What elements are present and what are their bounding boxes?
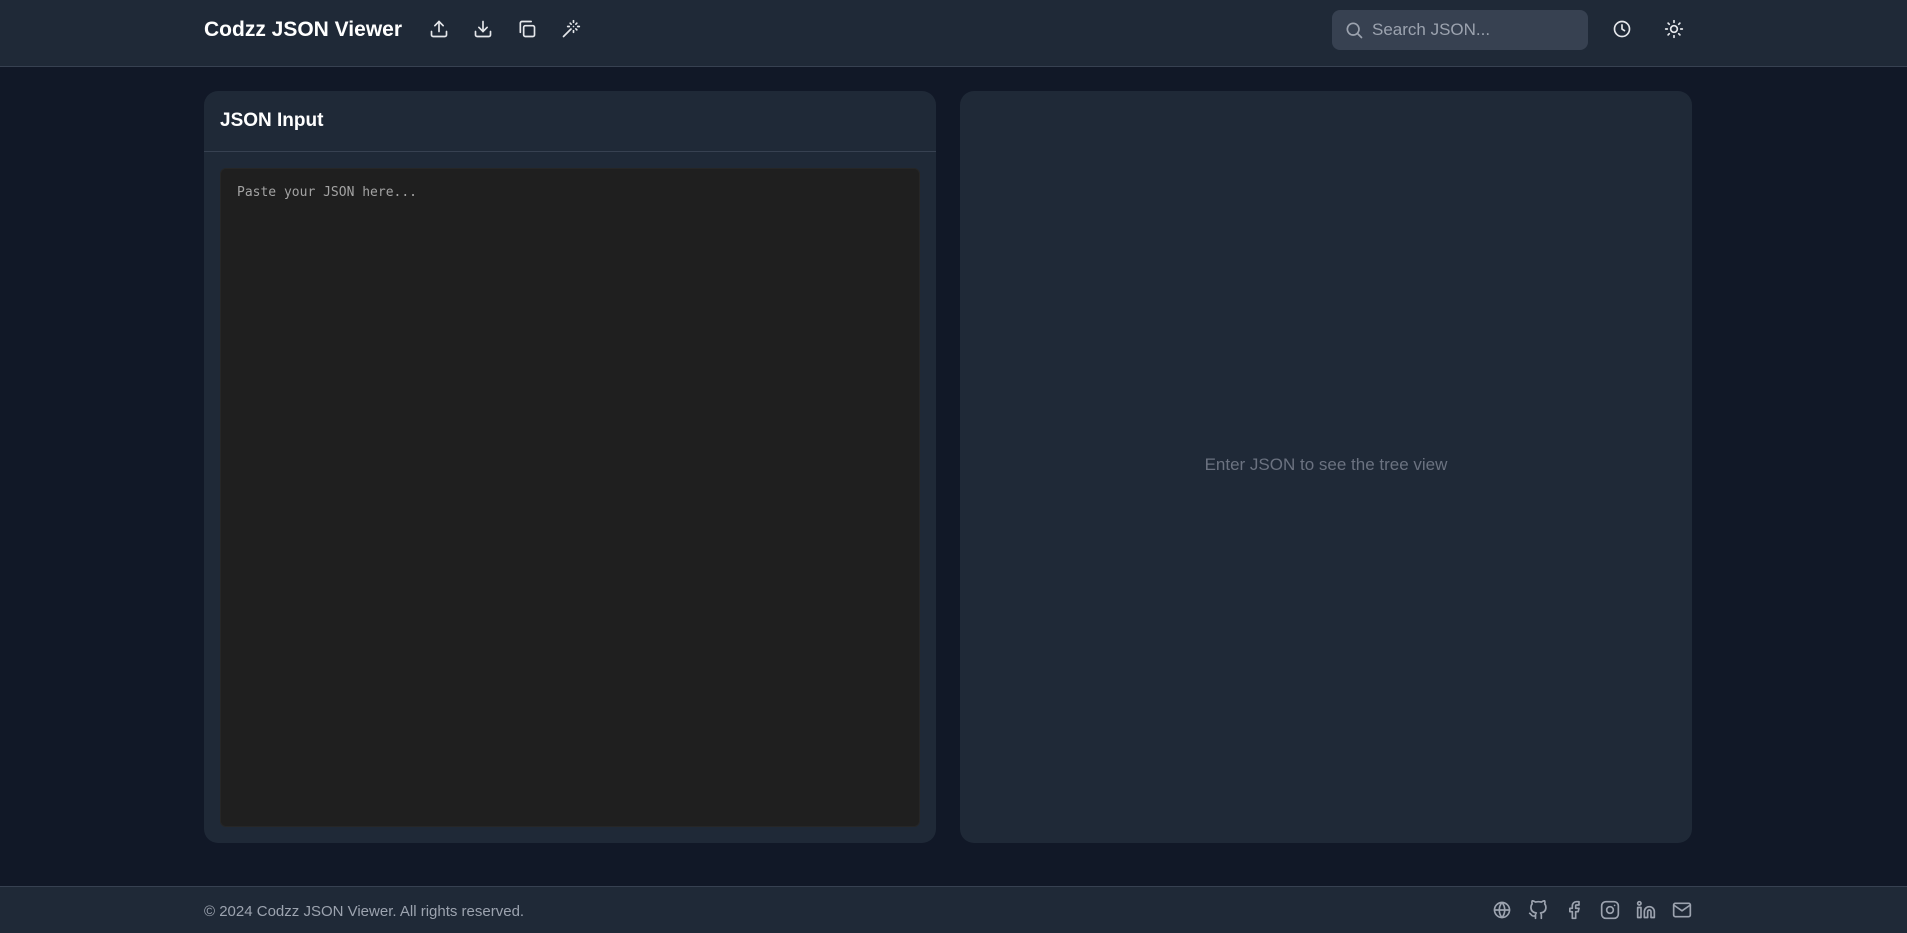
email-link[interactable] (1671, 899, 1693, 921)
json-editor (220, 168, 920, 827)
top-bar: Codzz JSON Viewer (0, 0, 1907, 67)
linkedin-icon (1636, 900, 1656, 919)
download-icon (474, 20, 492, 38)
history-button[interactable] (1608, 15, 1636, 43)
app-title: Codzz JSON Viewer (204, 18, 403, 41)
tree-view-panel: Enter JSON to see the tree view (960, 91, 1692, 843)
copyright-text: © 2024 Codzz JSON Viewer. All rights res… (204, 903, 525, 920)
theme-toggle-button[interactable] (1660, 15, 1688, 43)
copy-button[interactable] (513, 15, 541, 43)
search-box (1332, 10, 1588, 50)
github-link[interactable] (1527, 899, 1549, 921)
website-link[interactable] (1491, 899, 1513, 921)
clock-icon (1613, 20, 1631, 38)
github-icon (1528, 900, 1547, 920)
download-button[interactable] (469, 15, 497, 43)
json-input-title: JSON Input (220, 110, 324, 131)
footer: © 2024 Codzz JSON Viewer. All rights res… (0, 886, 1907, 933)
search-icon (1346, 22, 1363, 39)
tree-view-empty-message: Enter JSON to see the tree view (1204, 455, 1448, 474)
json-input-panel: JSON Input (204, 91, 936, 843)
facebook-link[interactable] (1563, 899, 1585, 921)
json-input-textarea[interactable] (221, 169, 919, 826)
json-input-header: JSON Input (204, 91, 936, 152)
format-button[interactable] (557, 15, 585, 43)
instagram-icon (1600, 900, 1620, 920)
globe-icon (1493, 901, 1511, 919)
search-input[interactable] (1372, 10, 1588, 50)
copy-icon (519, 20, 536, 38)
magic-wand-icon (562, 19, 581, 38)
mail-icon (1672, 902, 1692, 918)
upload-button[interactable] (425, 15, 453, 43)
sun-icon (1664, 19, 1684, 39)
facebook-icon (1569, 900, 1580, 920)
upload-icon (430, 20, 448, 38)
linkedin-link[interactable] (1635, 899, 1657, 921)
instagram-link[interactable] (1599, 899, 1621, 921)
